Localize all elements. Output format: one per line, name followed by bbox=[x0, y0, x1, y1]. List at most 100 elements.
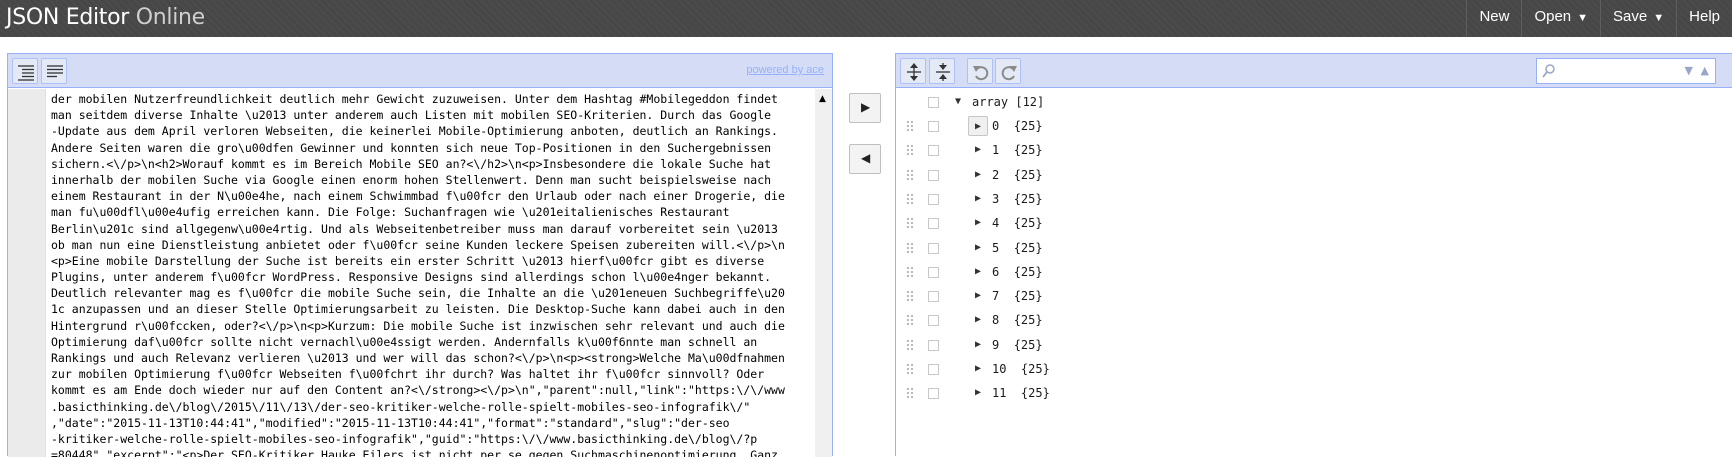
drag-handle-icon[interactable] bbox=[906, 241, 914, 255]
powered-by-ace-link[interactable]: powered by ace bbox=[746, 64, 824, 76]
context-menu-button[interactable] bbox=[928, 291, 939, 303]
drag-handle-icon[interactable] bbox=[906, 314, 914, 328]
code-line: 1c anzupassen und an dieser Stelle Optim… bbox=[51, 302, 785, 317]
expand-node-icon[interactable]: ▶ bbox=[968, 359, 988, 379]
expand-node-icon[interactable]: ▶ bbox=[968, 140, 988, 160]
tree-to-code-button[interactable]: ◀ bbox=[849, 144, 881, 174]
code-line: innerhalb der mobilen Suche via Google e… bbox=[51, 172, 772, 187]
context-menu-button[interactable] bbox=[928, 266, 939, 278]
tree-row[interactable]: ▶ 7 {25} bbox=[896, 283, 1732, 310]
code-line: Andere Seiten waren die gro\u00dfen Gewi… bbox=[51, 140, 772, 155]
menu-save-button[interactable]: Save ▼ bbox=[1600, 0, 1676, 37]
tree-row[interactable]: ▶ 4 {25} bbox=[896, 210, 1732, 237]
compact-button[interactable] bbox=[41, 58, 67, 84]
collapse-node-icon[interactable]: ▼ bbox=[948, 92, 968, 112]
expand-node-icon[interactable]: ▶ bbox=[968, 335, 988, 355]
drag-handle-icon[interactable] bbox=[906, 363, 914, 376]
context-menu-button[interactable] bbox=[928, 97, 939, 108]
code-line: sichern.<\/p>\n<h2>Worauf kommt es im Be… bbox=[51, 156, 772, 171]
scroll-up-icon[interactable]: ▲ bbox=[819, 94, 826, 104]
expand-node-icon[interactable]: ▶ bbox=[968, 213, 988, 233]
code-line: zur mobilen Optimierung f\u00fcr Webseit… bbox=[51, 367, 765, 382]
drag-handle-icon[interactable] bbox=[906, 338, 914, 352]
context-menu-button[interactable] bbox=[928, 193, 939, 205]
drag-handle-icon[interactable] bbox=[906, 192, 914, 206]
tree-row[interactable]: ▶ 1 {25} bbox=[896, 137, 1732, 164]
tree-row[interactable]: ▶ 9 {25} bbox=[896, 332, 1732, 359]
expand-node-icon[interactable]: ▶ bbox=[968, 189, 988, 209]
context-menu-button[interactable] bbox=[928, 339, 939, 351]
expand-node-icon[interactable]: ▶ bbox=[968, 116, 988, 136]
node-count: {25} bbox=[1013, 289, 1043, 304]
format-button[interactable] bbox=[12, 58, 38, 84]
drag-handle-icon[interactable] bbox=[906, 168, 914, 182]
drag-handle-icon[interactable] bbox=[906, 120, 914, 133]
tree-row[interactable]: ▶ 8 {25} bbox=[896, 307, 1732, 334]
undo-button[interactable] bbox=[967, 58, 993, 84]
arrow-right-icon: ▶ bbox=[861, 100, 871, 114]
code-to-tree-button[interactable]: ▶ bbox=[849, 93, 881, 123]
code-line: Hintergrund r\u00fccken, oder?<\/p>\n<p>… bbox=[51, 318, 785, 333]
context-menu-button[interactable] bbox=[928, 121, 939, 132]
context-menu-button[interactable] bbox=[928, 315, 939, 327]
expand-node-icon[interactable]: ▶ bbox=[968, 165, 988, 185]
menu-open-button[interactable]: Open ▼ bbox=[1521, 0, 1600, 37]
redo-button[interactable] bbox=[995, 58, 1021, 84]
collapse-all-button[interactable] bbox=[929, 58, 955, 84]
code-scrollbar[interactable]: ▲ bbox=[815, 89, 832, 457]
node-index: 10 bbox=[992, 362, 1007, 376]
menu-save-label: Save bbox=[1613, 8, 1648, 25]
node-count: {25} bbox=[1013, 191, 1043, 206]
drag-handle-icon[interactable] bbox=[906, 144, 914, 158]
arrow-left-icon: ◀ bbox=[861, 151, 871, 165]
expand-all-button[interactable] bbox=[900, 58, 926, 84]
tree-row[interactable]: ▶ 0 {25} bbox=[896, 113, 1732, 140]
tree-row[interactable]: ▶ 3 {25} bbox=[896, 186, 1732, 213]
expand-node-icon[interactable]: ▶ bbox=[968, 383, 988, 403]
caret-down-icon: ▼ bbox=[1577, 12, 1589, 24]
expand-node-icon[interactable]: ▶ bbox=[968, 286, 988, 306]
node-count: {25} bbox=[1013, 119, 1043, 133]
tree-row[interactable]: ▶ 2 {25} bbox=[896, 162, 1732, 189]
menu-new-button[interactable]: New bbox=[1466, 0, 1521, 37]
code-editor-text[interactable]: der mobilen Nutzerfreundlichkeit deutlic… bbox=[51, 91, 811, 457]
search-box[interactable]: ▼ ▲ bbox=[1536, 58, 1716, 84]
code-line: kommt es am Ende doch wieder nur auf den… bbox=[51, 383, 785, 398]
context-menu-button[interactable] bbox=[928, 388, 939, 400]
search-previous-icon[interactable]: ▲ bbox=[1701, 64, 1709, 77]
expand-node-icon[interactable]: ▶ bbox=[968, 238, 988, 258]
tree-row[interactable]: ▶ 11 {25} bbox=[896, 380, 1732, 407]
context-menu-button[interactable] bbox=[928, 242, 939, 254]
expand-node-icon[interactable]: ▶ bbox=[968, 262, 988, 282]
code-line: -Update aus dem April verloren Webseiten… bbox=[51, 124, 778, 139]
tree-row[interactable]: ▶ 10 {25} bbox=[896, 356, 1732, 383]
line-gutter bbox=[8, 89, 46, 457]
context-menu-button[interactable] bbox=[928, 364, 939, 375]
node-count: {25} bbox=[1013, 167, 1043, 182]
tree-root-row[interactable]: ▼ array [12] bbox=[896, 89, 1732, 116]
drag-handle-icon[interactable] bbox=[906, 387, 914, 401]
tree-row[interactable]: ▶ 5 {25} bbox=[896, 235, 1732, 262]
drag-handle-icon[interactable] bbox=[906, 290, 914, 304]
context-menu-button[interactable] bbox=[928, 218, 939, 230]
code-line: der mobilen Nutzerfreundlichkeit deutlic… bbox=[51, 92, 778, 106]
code-line: einem Restaurant in der N\u00e4he, nach … bbox=[51, 189, 785, 204]
expand-node-icon[interactable]: ▶ bbox=[968, 310, 988, 330]
compact-icon bbox=[47, 65, 63, 78]
search-next-icon[interactable]: ▼ bbox=[1685, 64, 1693, 77]
code-line: .basicthinking.de\/blog\/2015\/11\/13\/d… bbox=[51, 399, 751, 414]
drag-handle-icon[interactable] bbox=[906, 217, 914, 231]
tree-row[interactable]: ▶ 6 {25} bbox=[896, 259, 1732, 286]
code-line: Plugins, unter anderem f\u00fcr WordPres… bbox=[51, 270, 772, 285]
context-menu-button[interactable] bbox=[928, 169, 939, 181]
context-menu-button[interactable] bbox=[928, 145, 939, 157]
menu-help-button[interactable]: Help bbox=[1676, 0, 1732, 37]
drag-handle-icon[interactable] bbox=[906, 265, 914, 279]
